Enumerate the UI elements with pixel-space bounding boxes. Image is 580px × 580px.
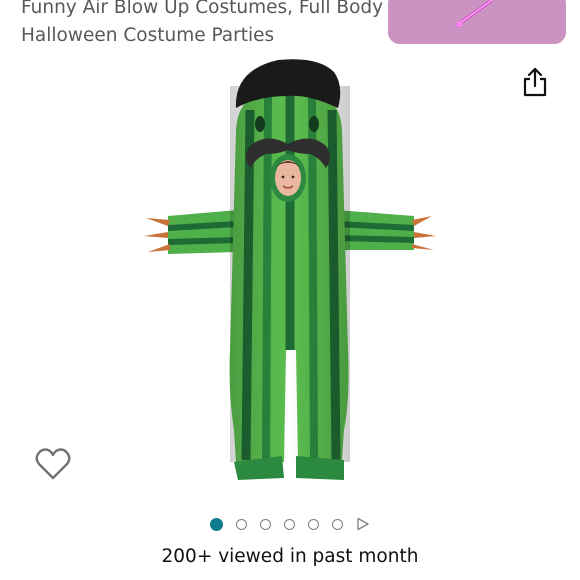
product-image[interactable] [138,50,442,490]
pagination-dot-4[interactable] [284,518,295,530]
share-button[interactable] [520,66,550,98]
pagination-dot-1[interactable] [210,517,223,531]
pagination-dot-3[interactable] [260,518,271,530]
share-icon [523,67,547,97]
pagination-dot-2[interactable] [236,518,247,530]
product-title: Funny Air Blow Up Costumes, Full Body Ca… [21,0,393,50]
cactus-costume-illustration [144,59,436,480]
product-title-line-1: Funny Air Blow Up Costumes, Full Body Ca [21,0,393,18]
product-title-line-2: Halloween Costume Parties [21,25,275,46]
image-pagination [0,514,580,534]
heart-icon [35,448,71,480]
video-thumbnail-image [388,0,566,44]
wishlist-button[interactable] [34,446,72,482]
pagination-dot-6[interactable] [332,518,343,530]
video-play-button[interactable] [356,517,370,531]
viewed-count: 200+ viewed in past month [161,546,419,567]
pagination-dot-5[interactable] [308,518,319,530]
play-icon [357,517,369,531]
video-thumbnail[interactable] [388,0,566,44]
